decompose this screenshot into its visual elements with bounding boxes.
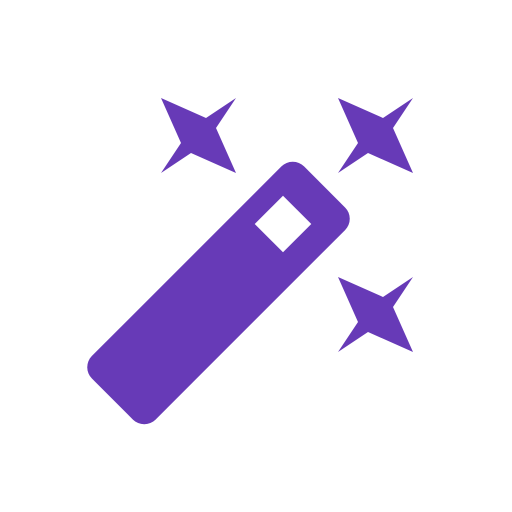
wand-shaft xyxy=(87,161,350,425)
sparkle-top-left-icon xyxy=(161,98,236,173)
sparkle-top-right-icon xyxy=(338,98,413,173)
wand-body xyxy=(87,161,350,425)
magic-wand-icon xyxy=(87,98,413,425)
icon-canvas xyxy=(0,0,512,512)
sparkle-bottom-right-icon xyxy=(338,277,413,352)
